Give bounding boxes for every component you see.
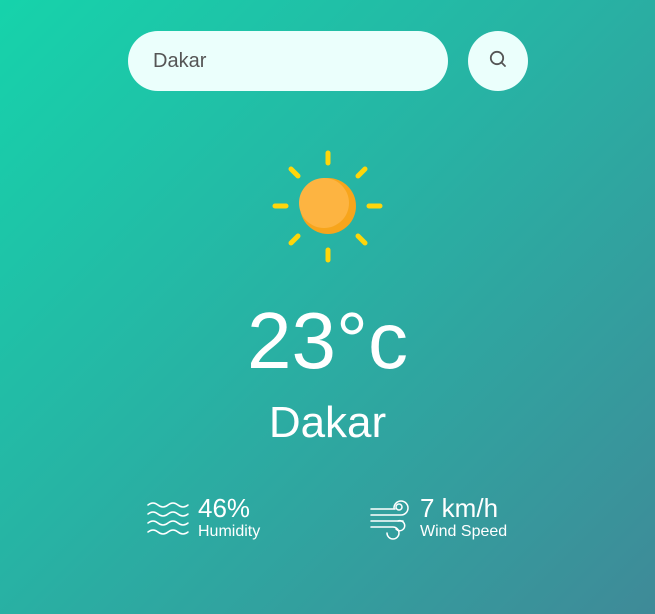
wind-label: Wind Speed — [420, 523, 508, 540]
search-input[interactable] — [153, 49, 423, 73]
humidity-label: Humidity — [198, 523, 261, 540]
wind-detail: 7 km/h Wind Speed — [369, 494, 507, 542]
wind-icon — [369, 495, 411, 541]
search-button[interactable] — [468, 31, 528, 91]
humidity-waves-icon — [147, 495, 189, 541]
wind-value: 7 km/h — [420, 493, 499, 523]
humidity-value: 46% — [198, 493, 251, 523]
search-icon — [488, 49, 508, 74]
city-name: Dakar — [268, 398, 387, 447]
sun-icon — [270, 149, 386, 265]
humidity-detail: 46% Humidity — [147, 494, 260, 542]
temperature: 23°c — [247, 296, 408, 385]
search-bar[interactable] — [128, 31, 448, 91]
